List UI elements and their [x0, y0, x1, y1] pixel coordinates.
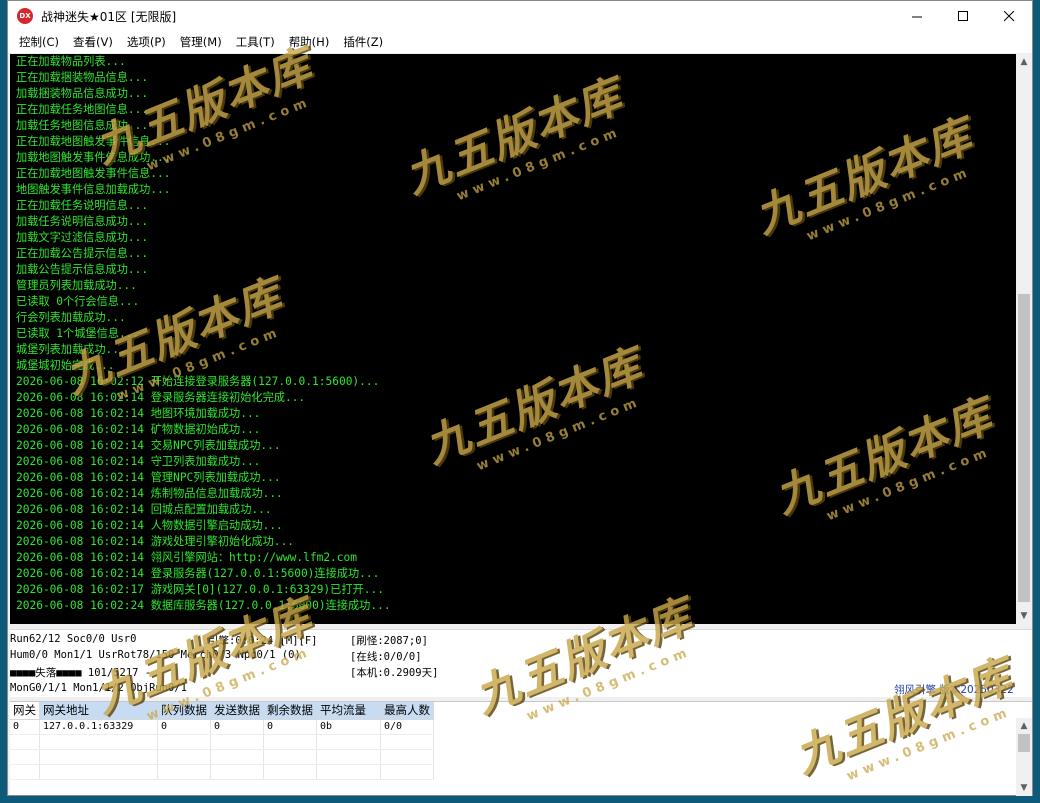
app-icon[interactable]: DX [17, 8, 33, 24]
log-line: 加载地图触发事件信息成功... [16, 151, 171, 164]
log-line: 正在加载公告提示信息... [16, 247, 149, 260]
gateway-scrollbar[interactable]: ▲ ▼ [1016, 718, 1032, 796]
log-line: 2026-06-08 16:02:14 管理NPC列表加载成功... [16, 471, 281, 484]
log-line: 加载任务地图信息成功... [16, 119, 149, 132]
log-line: 行会列表加载成功... [16, 311, 126, 324]
gateway-panel: 网关 网关地址 队列数据 发送数据 剩余数据 平均流量 最高人数 0 127.0… [10, 701, 1032, 796]
col-send-data[interactable]: 发送数据 [210, 702, 264, 720]
close-icon [1003, 10, 1014, 21]
menu-help[interactable]: 帮助(H) [282, 31, 337, 53]
log-line: 2026-06-08 16:02:24 数据库服务器(127.0.0.1:600… [16, 599, 391, 612]
cell-address: 127.0.0.1:63329 [39, 719, 158, 735]
log-line: 正在加载捆装物品信息... [16, 71, 149, 84]
scroll-down-icon[interactable]: ▼ [1016, 608, 1032, 624]
log-line: 已读取 0个行会信息... [16, 295, 140, 308]
log-line: 加载文字过滤信息成功... [16, 231, 149, 244]
window-controls [894, 1, 1032, 31]
cell-avg: 0b [316, 719, 381, 735]
col-gateway[interactable]: 网关 [10, 702, 40, 720]
log-line: 2026-06-08 16:02:14 登录服务器连接初始化完成... [16, 391, 306, 404]
cell-gateway: 0 [10, 719, 40, 735]
menu-manage[interactable]: 管理(M) [173, 31, 229, 53]
log-line: 管理员列表加载成功... [16, 279, 137, 292]
menu-control[interactable]: 控制(C) [12, 31, 66, 53]
col-max-users[interactable]: 最高人数 [380, 702, 434, 720]
log-line: 已读取 1个城堡信息... [16, 327, 140, 340]
log-line: 2026-06-08 16:02:14 交易NPC列表加载成功... [16, 439, 281, 452]
close-button[interactable] [986, 1, 1032, 31]
cell-queue: 0 [157, 719, 211, 735]
log-line: 城堡列表加载成功... [16, 343, 126, 356]
status-machine: [本机:0.2909天] [350, 667, 439, 679]
gateway-scroll-thumb[interactable] [1018, 734, 1030, 752]
minimize-button[interactable] [894, 1, 940, 31]
col-gateway-address[interactable]: 网关地址 [39, 702, 158, 720]
log-line: 2026-06-08 16:02:14 炼制物品信息加载成功... [16, 487, 283, 500]
menu-tools[interactable]: 工具(T) [229, 31, 282, 53]
log-line: 加载捆装物品信息成功... [16, 87, 149, 100]
scroll-up-icon[interactable]: ▲ [1016, 54, 1032, 70]
log-line: 2026-06-08 16:02:14 守卫列表加载成功... [16, 455, 261, 468]
log-line: 2026-06-08 16:02:14 游戏处理引擎初始化成功... [16, 535, 294, 548]
log-line: 正在加载任务地图信息... [16, 103, 149, 116]
status-online: [在线:0/0/0] [350, 651, 422, 663]
log-line: 正在加载任务说明信息... [16, 199, 149, 212]
log-line: 2026-06-08 16:02:14 登录服务器(127.0.0.1:5600… [16, 567, 380, 580]
log-line: 加载任务说明信息成功... [16, 215, 149, 228]
status-map: ■■■■失落■■■■ 101/5217 - [10, 667, 152, 679]
log-line: 正在加载地图触发事件信息... [16, 135, 171, 148]
cell-max: 0/0 [380, 719, 434, 735]
maximize-icon [957, 10, 968, 21]
gateway-header-row: 网关 网关地址 队列数据 发送数据 剩余数据 平均流量 最高人数 [10, 702, 434, 720]
log-line: 2026-06-08 16:02:14 地图环境加载成功... [16, 407, 261, 420]
status-engine: 引擎:0:0:24 [M][F] [208, 635, 318, 647]
col-remaining-data[interactable]: 剩余数据 [263, 702, 317, 720]
table-row [10, 749, 434, 765]
cell-remaining: 0 [263, 719, 317, 735]
scroll-down-icon[interactable]: ▼ [1016, 780, 1032, 796]
scroll-up-icon[interactable]: ▲ [1016, 718, 1032, 734]
gateway-table: 网关 网关地址 队列数据 发送数据 剩余数据 平均流量 最高人数 0 127.0… [10, 702, 434, 780]
log-line: 2026-06-08 16:02:12 开始连接登录服务器(127.0.0.1:… [16, 375, 380, 388]
menu-plugins[interactable]: 插件(Z) [336, 31, 390, 53]
engine-brand-label: 翎风引擎 版本20250322 [894, 684, 1014, 696]
col-avg-traffic[interactable]: 平均流量 [316, 702, 381, 720]
status-refresh: [刷怪:2087;0] [350, 635, 428, 647]
status-panel: Run62/12 Soc0/0 Usr0 引擎:0:0:24 [M][F] [刷… [10, 629, 1032, 697]
log-line: 地图触发事件信息加载成功... [16, 183, 171, 196]
log-console[interactable]: 正在加载物品列表... 正在加载捆装物品信息... 加载捆装物品信息成功... … [10, 54, 1016, 624]
main-window: DX 战神迷失★01区 [无限版] 控制(C) 查看(V) 选项(P) 管理(M… [7, 0, 1033, 796]
title-bar[interactable]: DX 战神迷失★01区 [无限版] [8, 1, 1032, 31]
table-row [10, 734, 434, 750]
status-mong: MonG0/1/1 Mon1/1/2 ObjRun0/1 [10, 682, 188, 694]
col-queue-data[interactable]: 队列数据 [157, 702, 211, 720]
maximize-button[interactable] [940, 1, 986, 31]
console-scrollbar[interactable]: ▲ ▼ [1016, 54, 1032, 624]
table-row [10, 764, 434, 780]
menu-options[interactable]: 选项(P) [120, 31, 173, 53]
table-row[interactable]: 0 127.0.0.1:63329 0 0 0 0b 0/0 [10, 719, 434, 735]
log-line: 2026-06-08 16:02:14 翎风引擎网站：http://www.lf… [16, 551, 357, 564]
log-line: 2026-06-08 16:02:14 矿物数据初始成功... [16, 423, 261, 436]
log-line: 2026-06-08 16:02:14 人物数据引擎启动成功... [16, 519, 283, 532]
minimize-icon [911, 16, 922, 17]
status-run: Run62/12 Soc0/0 Usr0 [10, 633, 137, 645]
console-scroll-thumb[interactable] [1018, 294, 1030, 602]
log-line: 2026-06-08 16:02:14 回城点配置加载成功... [16, 503, 272, 516]
log-line: 正在加载地图触发事件信息... [16, 167, 171, 180]
log-line: 城堡城初始完成... [16, 359, 115, 372]
log-line: 加载公告提示信息成功... [16, 263, 149, 276]
cell-send: 0 [210, 719, 264, 735]
menu-view[interactable]: 查看(V) [66, 31, 120, 53]
status-hum: Hum0/0 Mon1/1 UsrRot78/150 Merch0/3 Npc0… [10, 649, 301, 661]
menu-bar: 控制(C) 查看(V) 选项(P) 管理(M) 工具(T) 帮助(H) 插件(Z… [8, 31, 1032, 53]
log-line: 2026-06-08 16:02:17 游戏网关[0](127.0.0.1:63… [16, 583, 384, 596]
log-line: 正在加载物品列表... [16, 55, 126, 68]
window-title: 战神迷失★01区 [无限版] [41, 9, 177, 24]
